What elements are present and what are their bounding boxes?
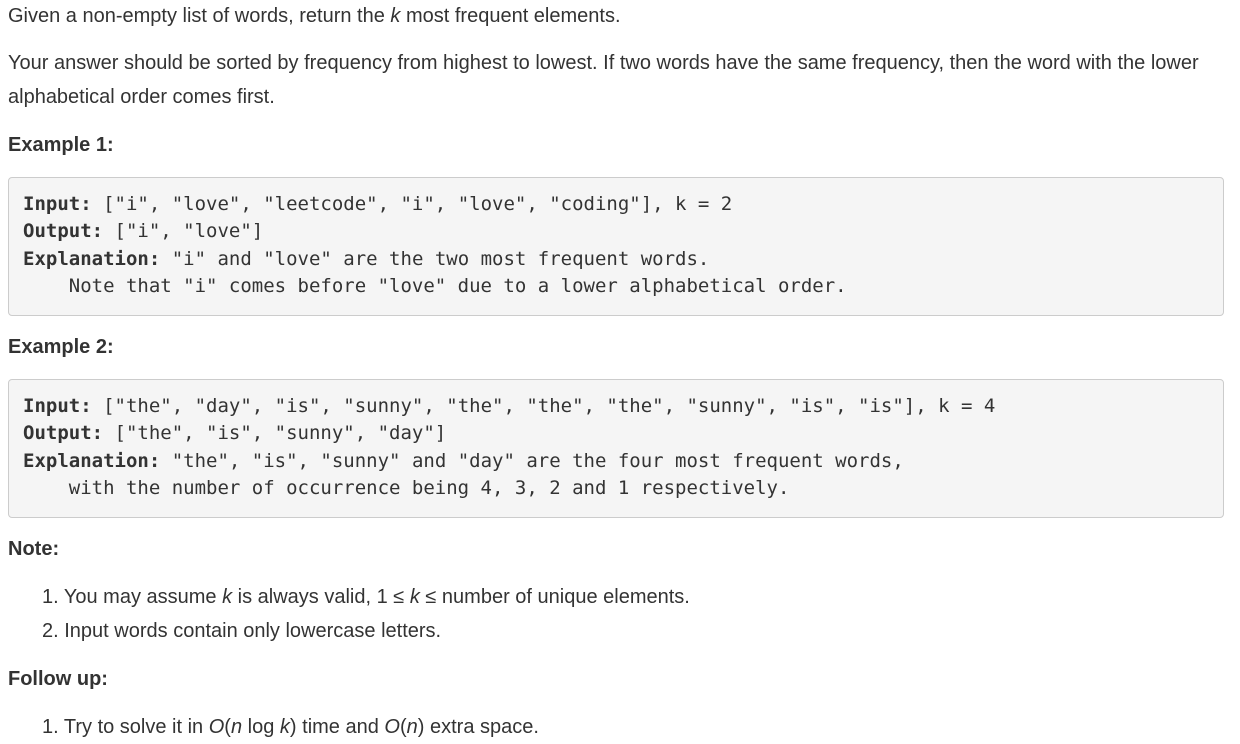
note-item-1-text-c: ≤ number of unique elements. xyxy=(419,586,690,608)
follow-up-paren-1: ( xyxy=(224,716,231,738)
follow-up-n-1: n xyxy=(230,716,243,738)
note-item-1-text-b: is always valid, 1 ≤ xyxy=(232,586,410,608)
description-line-2: alphabetical order comes first. xyxy=(8,86,275,108)
example-1-output-value: ["i", "love"] xyxy=(103,220,264,243)
follow-up-text-a: Try to solve it in xyxy=(63,716,209,738)
note-item-1: 1. You may assume k is always valid, 1 ≤… xyxy=(42,580,690,614)
follow-up-text-b: time and xyxy=(296,716,385,738)
example-2-explanation-label: Explanation: xyxy=(23,449,161,472)
example-2-output-value: ["the", "is", "sunny", "day"] xyxy=(103,422,447,445)
description-line-1: Your answer should be sorted by frequenc… xyxy=(8,52,1199,74)
description-paragraph: Your answer should be sorted by frequenc… xyxy=(8,46,1232,114)
example-2-input-value: ["the", "day", "is", "sunny", "the", "th… xyxy=(91,395,996,417)
follow-up-paren-2: ) xyxy=(289,716,297,738)
note-item-2-number: 2. xyxy=(42,620,65,642)
example-1-code-block: Input: ["i", "love", "leetcode", "i", "l… xyxy=(8,177,1224,316)
follow-up-k: k xyxy=(279,716,290,738)
follow-up-paren-3: ( xyxy=(399,716,407,738)
follow-up-list: 1. Try to solve it in O(n log k) time an… xyxy=(42,710,539,744)
intro-text-2: most frequent elements. xyxy=(400,5,621,27)
note-item-2-text: Input words contain only lowercase lette… xyxy=(64,620,442,642)
follow-up-log: log xyxy=(242,716,280,738)
example-2-output-label: Output: xyxy=(23,422,104,445)
example-2-explanation-value: "the", "is", "sunny" and "day" are the f… xyxy=(160,449,904,472)
follow-up-text-c: extra space. xyxy=(424,716,539,738)
example-1-explanation-label: Explanation: xyxy=(23,247,161,270)
example-2-code-block: Input: ["the", "day", "is", "sunny", "th… xyxy=(8,379,1224,518)
example-2-heading: Example 2: xyxy=(8,336,114,358)
example-1-output-label: Output: xyxy=(23,220,104,243)
note-item-1-k-2: k xyxy=(409,586,420,608)
intro-text-1: Given a non-empty list of words, return … xyxy=(8,5,391,27)
follow-up-heading: Follow up: xyxy=(8,668,108,690)
example-1-explanation-value: "i" and "love" are the two most frequent… xyxy=(160,247,710,270)
note-heading: Note: xyxy=(8,538,60,560)
intro-k: k xyxy=(390,5,401,27)
example-1-input-label: Input: xyxy=(23,193,92,215)
note-item-2: 2. Input words contain only lowercase le… xyxy=(42,614,690,648)
example-1-heading: Example 1: xyxy=(8,134,114,156)
example-1-explanation-cont: Note that "i" comes before "love" due to… xyxy=(23,274,847,297)
follow-up-n-2: n xyxy=(406,716,418,738)
example-2-explanation-cont: with the number of occurrence being 4, 3… xyxy=(23,476,790,499)
follow-up-big-o-2: O xyxy=(384,716,400,738)
note-item-1-k: k xyxy=(222,586,233,608)
note-item-1-number: 1. xyxy=(42,586,64,608)
note-list: 1. You may assume k is always valid, 1 ≤… xyxy=(42,580,690,648)
follow-up-item-1: 1. Try to solve it in O(n log k) time an… xyxy=(42,710,539,744)
note-item-1-text-a: You may assume xyxy=(63,586,223,608)
example-1-input-value: ["i", "love", "leetcode", "i", "love", "… xyxy=(91,193,733,215)
example-2-input-label: Input: xyxy=(23,395,92,417)
intro-paragraph: Given a non-empty list of words, return … xyxy=(8,0,621,33)
follow-up-item-1-number: 1. xyxy=(42,716,64,738)
follow-up-big-o-1: O xyxy=(208,716,225,738)
